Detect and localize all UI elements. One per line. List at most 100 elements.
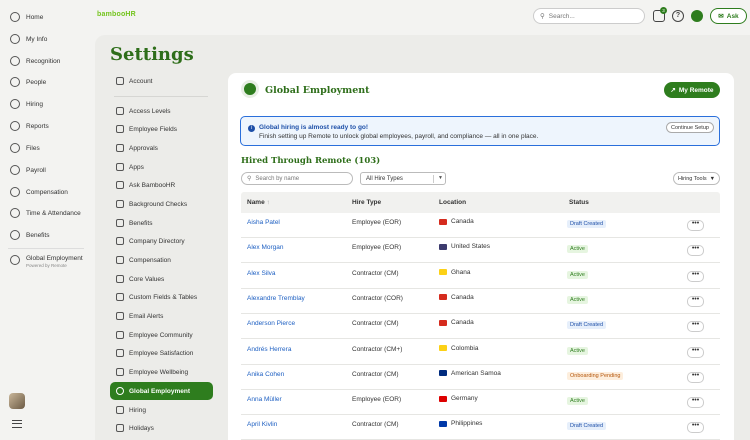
location-label: Colombia bbox=[451, 344, 479, 352]
employee-name-link[interactable]: April Kivlin bbox=[247, 421, 277, 428]
location-cell: Philippines bbox=[439, 420, 482, 427]
settings-nav-email-alerts[interactable]: Email Alerts bbox=[110, 307, 213, 325]
row-actions-button[interactable]: ••• bbox=[687, 295, 704, 307]
banner-title: Global hiring is almost ready to go! bbox=[259, 124, 369, 131]
ask-button[interactable]: ✉ Ask bbox=[710, 8, 747, 24]
country-flag-icon bbox=[439, 243, 447, 250]
employee-name-link[interactable]: Aisha Patel bbox=[247, 219, 280, 226]
settings-nav-employee-wellbeing[interactable]: Employee Wellbeing bbox=[110, 363, 213, 381]
help-icon[interactable]: ? bbox=[672, 10, 684, 22]
settings-item-icon bbox=[116, 125, 124, 133]
gear-icon[interactable] bbox=[691, 10, 703, 22]
employee-name-link[interactable]: Andrés Herrera bbox=[247, 346, 291, 353]
my-remote-button[interactable]: ↗ My Remote bbox=[664, 82, 720, 98]
status-badge: Draft Created bbox=[567, 321, 607, 330]
table-row: Alexandre Tremblay Contractor (COR) Canada… bbox=[241, 289, 720, 314]
nav-item-time-attendance[interactable]: Time & Attendance bbox=[10, 205, 81, 221]
row-actions-button[interactable]: ••• bbox=[687, 245, 704, 257]
page-title: Settings bbox=[110, 44, 194, 65]
settings-nav-holidays[interactable]: Holidays bbox=[110, 419, 213, 437]
row-actions-button[interactable]: ••• bbox=[687, 220, 704, 231]
settings-nav-employee-satisfaction[interactable]: Employee Satisfaction bbox=[110, 344, 213, 362]
global-employment-nav[interactable]: Global Employment Powered by Remote bbox=[10, 255, 83, 268]
settings-nav-background-checks[interactable]: Background Checks bbox=[110, 195, 213, 213]
employee-name-link[interactable]: Alex Morgan bbox=[247, 244, 284, 251]
nav-item-payroll[interactable]: Payroll bbox=[10, 162, 46, 178]
nav-item-label: Benefits bbox=[26, 231, 50, 239]
settings-nav-apps[interactable]: Apps bbox=[110, 158, 213, 176]
settings-item-icon bbox=[116, 144, 124, 152]
row-actions-button[interactable]: ••• bbox=[687, 346, 704, 358]
notification-badge: 3 bbox=[660, 7, 667, 14]
settings-nav-label: Apps bbox=[129, 163, 144, 171]
hire-type-cell: Contractor (CM+) bbox=[352, 345, 403, 353]
column-header-name[interactable]: Name ↑ bbox=[247, 199, 270, 206]
payroll-icon bbox=[10, 165, 20, 175]
settings-nav-benefits[interactable]: Benefits bbox=[110, 214, 213, 232]
nav-item-recognition[interactable]: Recognition bbox=[10, 53, 60, 69]
search-icon: ⚲ bbox=[247, 176, 252, 182]
global-search-input[interactable]: ⚲ Search... bbox=[533, 8, 645, 24]
settings-nav-custom-fields-tables[interactable]: Custom Fields & Tables bbox=[110, 288, 213, 306]
employee-name-link[interactable]: Anderson Pierce bbox=[247, 320, 295, 327]
bamboohr-logo[interactable]: bambooHR bbox=[97, 11, 136, 18]
settings-item-icon bbox=[116, 200, 124, 208]
location-label: Ghana bbox=[451, 268, 471, 276]
row-actions-button[interactable]: ••• bbox=[687, 397, 704, 409]
table-row: April Kivlin Contractor (CM) Philippines Dr… bbox=[241, 415, 720, 440]
table-row: Andrés Herrera Contractor (CM+) Colombia Ac… bbox=[241, 340, 720, 365]
employee-name-link[interactable]: Anna Müller bbox=[247, 396, 282, 403]
settings-nav-account[interactable]: Account bbox=[110, 72, 213, 90]
clock-icon bbox=[10, 208, 20, 218]
search-icon: ⚲ bbox=[540, 13, 545, 20]
employee-name-link[interactable]: Alexandre Tremblay bbox=[247, 295, 305, 302]
row-actions-button[interactable]: ••• bbox=[687, 422, 704, 434]
nav-item-label: Reports bbox=[26, 122, 49, 130]
hire-type-select[interactable]: All Hire Types ▼ bbox=[360, 172, 446, 185]
row-actions-button[interactable]: ••• bbox=[687, 371, 704, 383]
continue-setup-button[interactable]: Continue Setup bbox=[666, 122, 714, 133]
nav-item-people[interactable]: People bbox=[10, 74, 46, 90]
nav-item-hiring[interactable]: Hiring bbox=[10, 96, 43, 112]
employee-name-link[interactable]: Anika Cohen bbox=[247, 371, 284, 378]
row-actions-button[interactable]: ••• bbox=[687, 321, 704, 333]
nav-item-benefits[interactable]: Benefits bbox=[10, 227, 50, 243]
hiring-tools-button[interactable]: Hiring Tools ▼ bbox=[673, 172, 720, 185]
search-placeholder: Search... bbox=[548, 12, 575, 20]
settings-nav-label: Employee Satisfaction bbox=[129, 349, 194, 357]
nav-item-reports[interactable]: Reports bbox=[10, 118, 49, 134]
settings-nav-core-values[interactable]: Core Values bbox=[110, 270, 213, 288]
settings-nav-global-employment[interactable]: Global Employment bbox=[110, 382, 213, 400]
settings-nav-compensation[interactable]: Compensation bbox=[110, 251, 213, 269]
settings-nav-employee-fields[interactable]: Employee Fields bbox=[110, 120, 213, 138]
settings-nav-label: Account bbox=[129, 77, 153, 85]
employee-name-link[interactable]: Alex Silva bbox=[247, 270, 276, 277]
table-row: Anna Müller Employee (EOR) Germany Active ••… bbox=[241, 390, 720, 416]
settings-nav-label: Hiring bbox=[129, 406, 146, 414]
settings-nav-label: Company Directory bbox=[129, 237, 185, 245]
status-badge: Active bbox=[567, 397, 588, 406]
status-badge: Onboarding Pending bbox=[567, 371, 624, 380]
settings-nav-employee-community[interactable]: Employee Community bbox=[110, 326, 213, 344]
setup-banner: i Global hiring is almost ready to go! F… bbox=[240, 116, 720, 146]
avatar[interactable] bbox=[9, 393, 25, 409]
section-title: Hired Through Remote (103) bbox=[241, 156, 381, 166]
nav-item-files[interactable]: Files bbox=[10, 140, 40, 156]
content-title: Global Employment bbox=[265, 85, 370, 96]
settings-nav-company-directory[interactable]: Company Directory bbox=[110, 232, 213, 250]
name-search-input[interactable]: ⚲ Search by name bbox=[241, 172, 353, 185]
row-actions-button[interactable]: ••• bbox=[687, 270, 704, 282]
nav-item-compensation[interactable]: Compensation bbox=[10, 184, 68, 200]
settings-nav-access-levels[interactable]: Access Levels bbox=[110, 102, 213, 120]
nav-item-home[interactable]: Home bbox=[10, 9, 43, 25]
ask-label: Ask bbox=[726, 12, 739, 20]
settings-nav-approvals[interactable]: Approvals bbox=[110, 139, 213, 157]
nav-item-my-info[interactable]: My Info bbox=[10, 31, 47, 47]
settings-item-icon bbox=[116, 181, 124, 189]
settings-nav-hiring[interactable]: Hiring bbox=[110, 401, 213, 419]
hire-type-cell: Contractor (CM) bbox=[352, 269, 399, 277]
settings-nav-ask-bamboohr[interactable]: Ask BambooHR bbox=[110, 176, 213, 194]
global-employment-label: Global Employment bbox=[26, 255, 83, 262]
hamburger-menu-icon[interactable] bbox=[12, 420, 22, 428]
settings-item-icon bbox=[116, 77, 124, 85]
